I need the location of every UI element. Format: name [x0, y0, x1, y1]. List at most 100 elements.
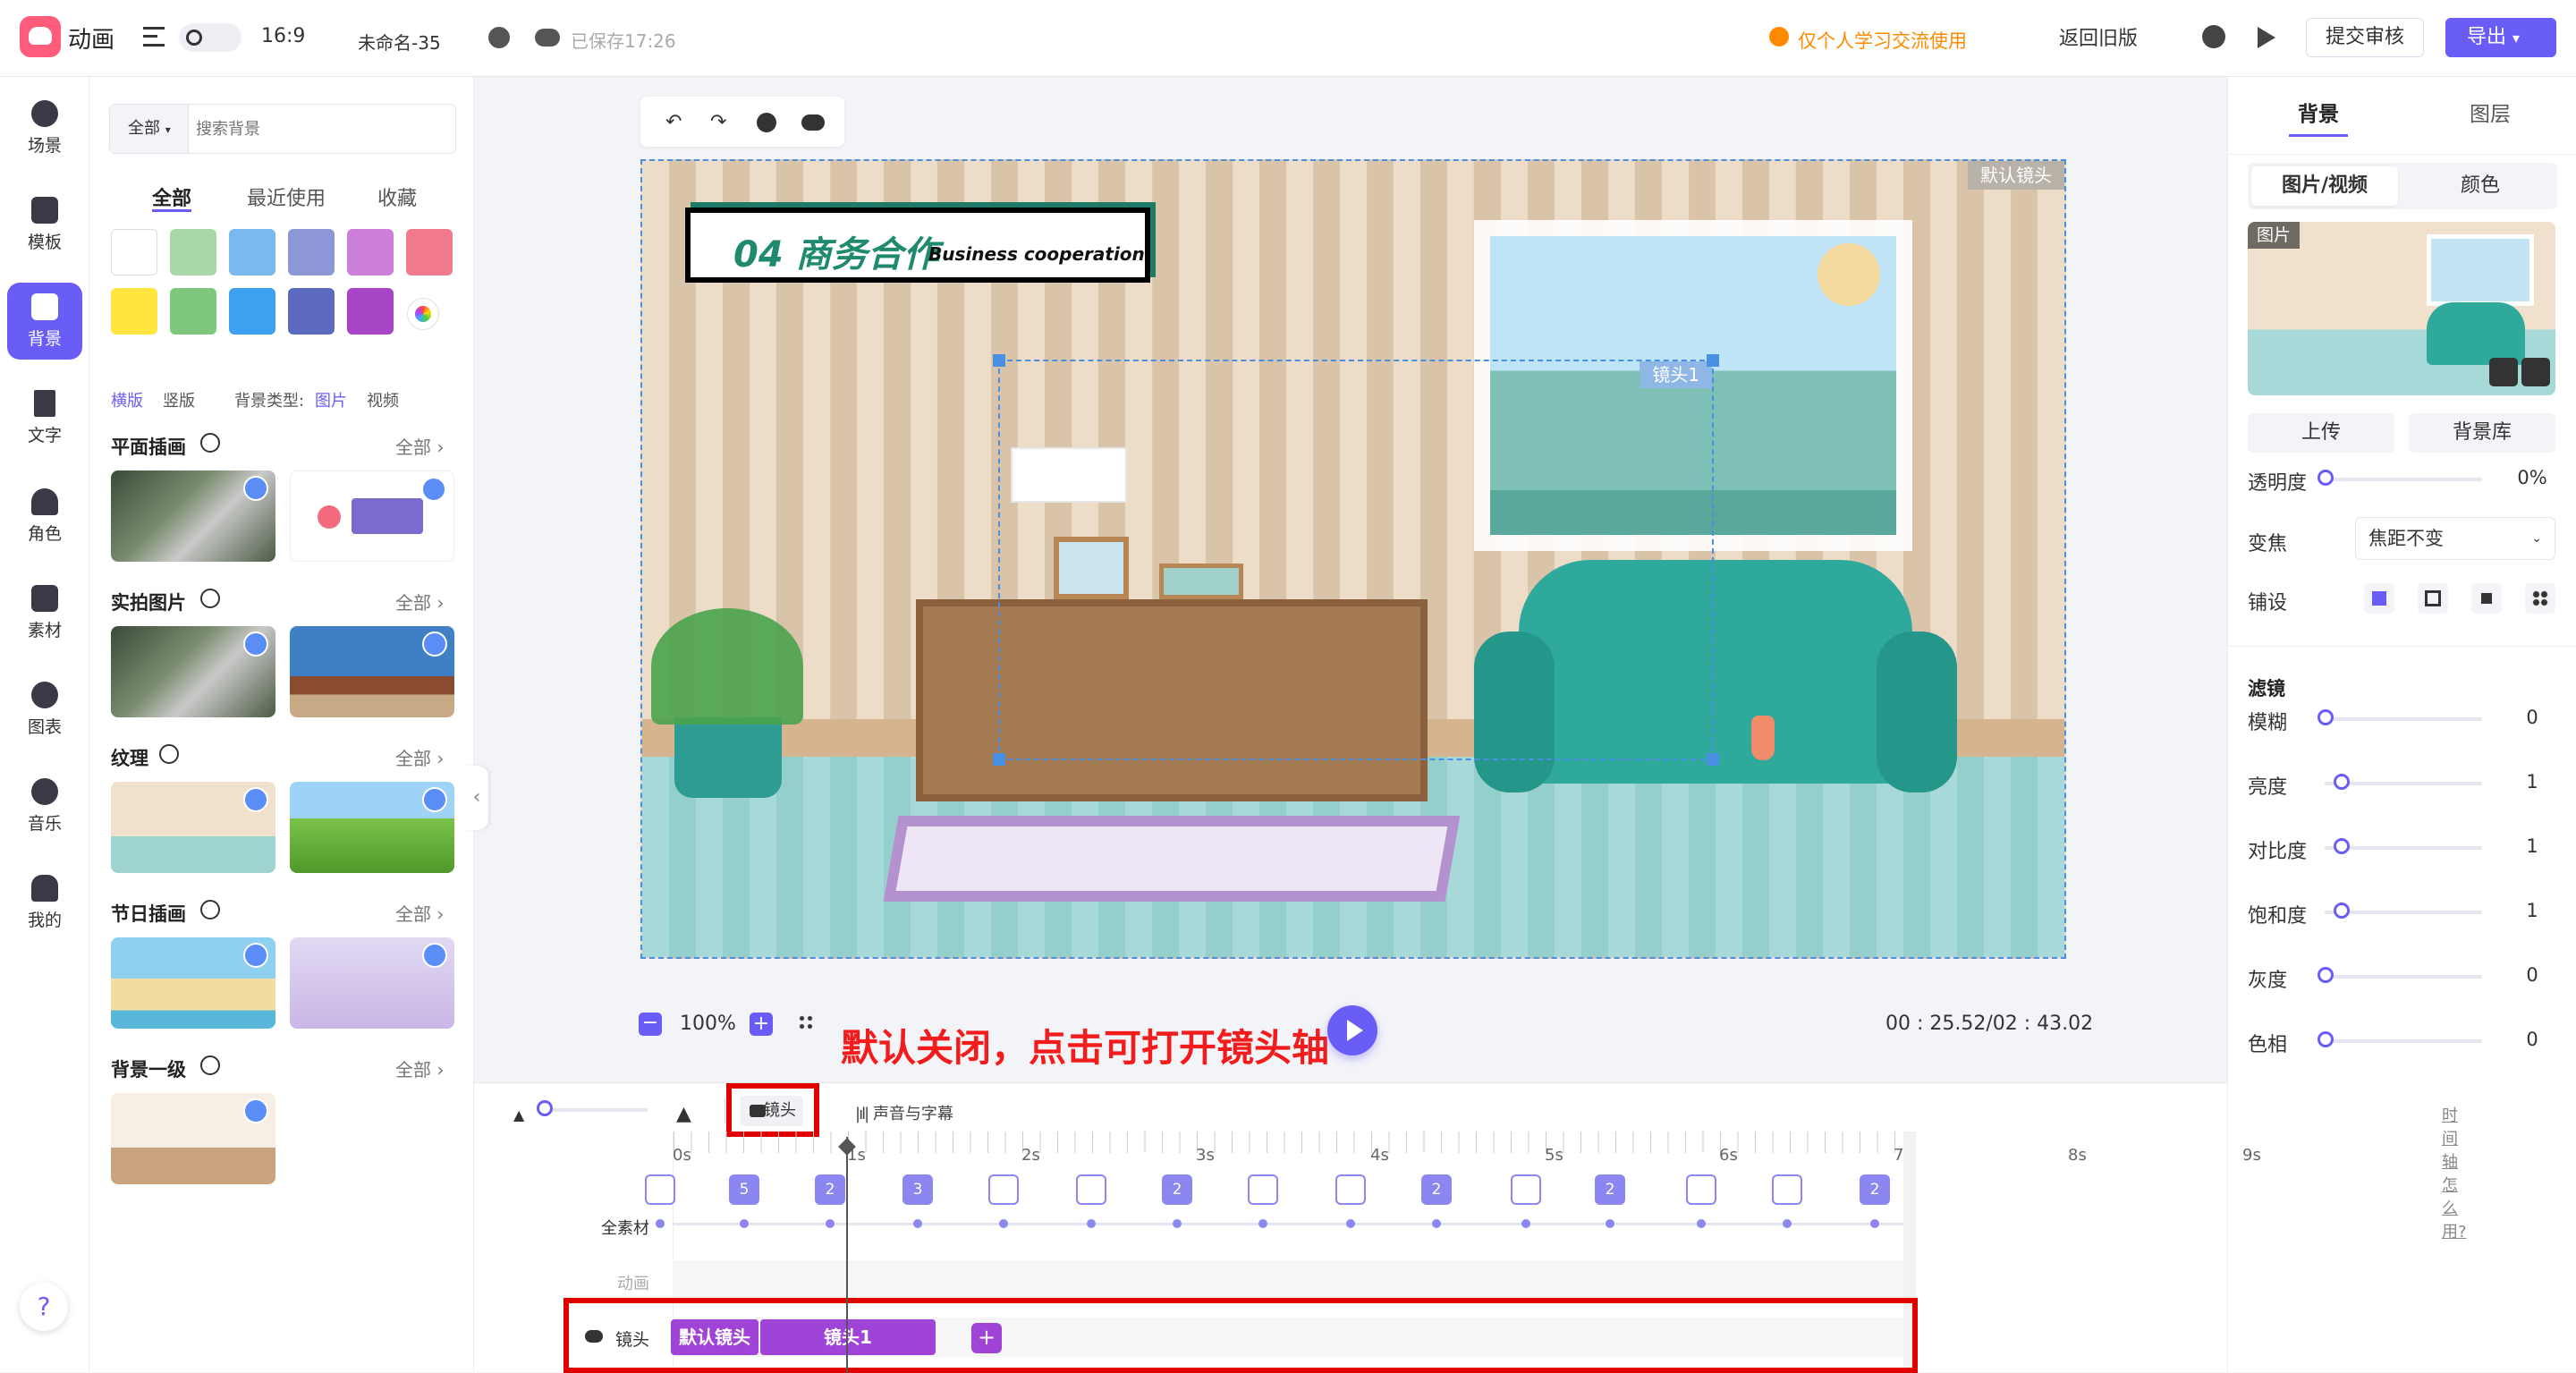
- keyframe-marker[interactable]: [645, 1174, 675, 1205]
- keyframe-marker[interactable]: [1772, 1174, 1802, 1205]
- lens-toggle-button[interactable]: 镜头: [741, 1096, 803, 1126]
- nav-background[interactable]: 背景: [7, 283, 82, 360]
- color-swatch[interactable]: [347, 288, 394, 335]
- nav-character[interactable]: 角色: [7, 478, 82, 555]
- color-swatch[interactable]: [170, 229, 216, 275]
- nav-template[interactable]: 模板: [7, 186, 82, 263]
- default-lens-clip[interactable]: 默认镜头: [671, 1319, 758, 1355]
- theme-toggle[interactable]: [179, 23, 242, 52]
- see-all-link[interactable]: 全部 ›: [395, 900, 444, 926]
- upload-button[interactable]: 上传: [2248, 413, 2394, 453]
- menu-icon[interactable]: [143, 27, 165, 47]
- opacity-slider[interactable]: [2325, 478, 2482, 481]
- filter-knob[interactable]: [2333, 774, 2350, 790]
- nav-text[interactable]: 文字: [7, 379, 82, 456]
- bg-type-image[interactable]: 图片: [315, 388, 347, 411]
- bg-thumbnail[interactable]: [290, 937, 454, 1029]
- tab-background[interactable]: 背景: [2298, 97, 2339, 127]
- orient-horizontal[interactable]: 横版: [111, 388, 143, 411]
- keyframe-marker[interactable]: 2: [1860, 1174, 1890, 1205]
- color-swatch[interactable]: [229, 229, 275, 275]
- keyframe-marker[interactable]: [988, 1174, 1019, 1205]
- see-all-link[interactable]: 全部 ›: [395, 744, 444, 770]
- keyframe-marker[interactable]: [1335, 1174, 1366, 1205]
- timeline-zoom-slider[interactable]: [542, 1108, 648, 1112]
- nav-scene[interactable]: 场景: [7, 89, 82, 166]
- filter-slider[interactable]: [2325, 1039, 2482, 1043]
- bg-type-video[interactable]: 视频: [367, 388, 399, 411]
- add-lens-button[interactable]: +: [971, 1323, 1002, 1353]
- submit-review-button[interactable]: 提交审核: [2306, 18, 2424, 57]
- filter-slider[interactable]: [2325, 975, 2482, 979]
- cloud-upload-icon[interactable]: [801, 114, 825, 131]
- subtab-color[interactable]: 颜色: [2409, 166, 2552, 206]
- title-banner[interactable]: 04 商务合作 Business cooperation: [685, 208, 1150, 283]
- history-icon[interactable]: [488, 27, 510, 48]
- color-picker-icon[interactable]: [408, 299, 438, 329]
- aspect-ratio[interactable]: 16:9: [261, 25, 305, 47]
- tile-repeat-icon[interactable]: [2525, 583, 2555, 614]
- keyframe-marker[interactable]: 2: [1421, 1174, 1452, 1205]
- playhead[interactable]: [846, 1137, 848, 1373]
- color-swatch[interactable]: [406, 229, 453, 275]
- filter-knob[interactable]: [2333, 838, 2350, 854]
- orient-vertical[interactable]: 竖版: [163, 388, 195, 411]
- help-button[interactable]: ?: [20, 1283, 68, 1331]
- nav-music[interactable]: 音乐: [7, 767, 82, 844]
- play-button[interactable]: [1327, 1005, 1377, 1055]
- lens1-clip[interactable]: 镜头1: [760, 1319, 936, 1355]
- zoom-in-button[interactable]: +: [750, 1013, 773, 1036]
- subtab-image-video[interactable]: 图片/视频: [2251, 166, 2398, 206]
- delete-icon[interactable]: [2521, 358, 2550, 386]
- keyframe-marker[interactable]: [1686, 1174, 1716, 1205]
- zoom-out-button[interactable]: −: [639, 1013, 662, 1036]
- color-swatch[interactable]: [111, 288, 157, 335]
- tile-fit-icon[interactable]: [2364, 583, 2394, 614]
- collaborator-icon[interactable]: [2202, 25, 2225, 48]
- bg-thumbnail[interactable]: [111, 937, 275, 1029]
- filter-select[interactable]: 全部 ▾: [110, 105, 189, 153]
- tile-center-icon[interactable]: [2471, 583, 2502, 614]
- see-all-link[interactable]: 全部 ›: [395, 589, 444, 614]
- filter-knob[interactable]: [2318, 709, 2334, 725]
- lens1-frame[interactable]: 镜头1: [993, 354, 1719, 766]
- opacity-knob[interactable]: [2318, 470, 2334, 486]
- bg-thumbnail[interactable]: [111, 626, 275, 717]
- doc-name[interactable]: 未命名-35: [358, 29, 441, 55]
- undo-icon[interactable]: ↶: [665, 111, 682, 133]
- zoom-large-icon[interactable]: ▲: [676, 1103, 691, 1125]
- timeline-zoom-knob[interactable]: [537, 1100, 553, 1116]
- tab-all[interactable]: 全部: [152, 182, 191, 211]
- export-button[interactable]: 导出 ▾: [2445, 18, 2556, 57]
- filter-knob[interactable]: [2318, 1031, 2334, 1047]
- preview-play-icon[interactable]: [2258, 27, 2275, 48]
- bg-thumbnail[interactable]: [111, 470, 275, 562]
- bg-thumbnail[interactable]: [290, 782, 454, 873]
- color-swatch[interactable]: [347, 229, 394, 275]
- see-all-link[interactable]: 全部 ›: [395, 1055, 444, 1081]
- see-all-link[interactable]: 全部 ›: [395, 433, 444, 459]
- filter-knob[interactable]: [2333, 903, 2350, 919]
- timeline-help-link[interactable]: 时间轴怎么用?: [2442, 1103, 2467, 1242]
- tab-recent[interactable]: 最近使用: [247, 182, 326, 211]
- palette-icon[interactable]: [757, 113, 776, 132]
- color-swatch[interactable]: [288, 288, 335, 335]
- nav-material[interactable]: 素材: [7, 574, 82, 651]
- scene-canvas[interactable]: 04 商务合作 Business cooperation 默认镜头 镜头1: [640, 159, 2066, 959]
- tab-favorites[interactable]: 收藏: [377, 182, 417, 211]
- tab-layers[interactable]: 图层: [2470, 97, 2511, 127]
- keyframe-marker[interactable]: [1248, 1174, 1278, 1205]
- nav-mine[interactable]: 我的: [7, 864, 82, 941]
- color-swatch[interactable]: [229, 288, 275, 335]
- bg-thumbnail[interactable]: [290, 470, 454, 562]
- resize-handle[interactable]: [993, 354, 1005, 367]
- keyframe-marker[interactable]: 5: [729, 1174, 759, 1205]
- keyframe-marker[interactable]: [1076, 1174, 1106, 1205]
- zoom-small-icon[interactable]: ▲: [513, 1106, 524, 1123]
- filter-knob[interactable]: [2318, 967, 2334, 983]
- sound-subtitle-button[interactable]: |ıl| 声音与字幕: [855, 1101, 953, 1124]
- keyframe-marker[interactable]: [1511, 1174, 1541, 1205]
- keyframe-marker[interactable]: 2: [815, 1174, 845, 1205]
- tile-fill-icon[interactable]: [2418, 583, 2448, 614]
- grid-icon[interactable]: [798, 1014, 814, 1030]
